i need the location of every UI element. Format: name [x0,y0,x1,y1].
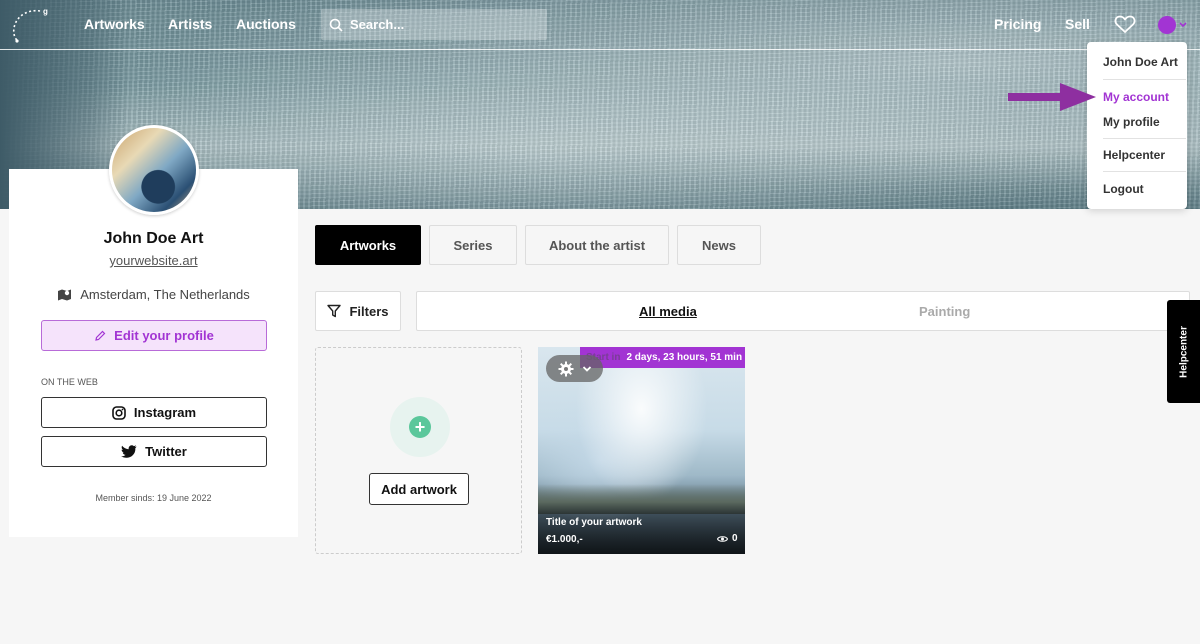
artwork-views-count: 0 [732,533,738,544]
dropdown-logout[interactable]: Logout [1103,182,1144,196]
heart-icon[interactable] [1114,14,1136,34]
tab-news[interactable]: News [677,225,761,265]
search-input[interactable] [350,17,530,32]
profile-website-link[interactable]: yourwebsite.art [9,253,298,268]
filters-label: Filters [349,303,389,319]
tab-artworks[interactable]: Artworks [315,225,421,265]
divider [1103,79,1186,80]
divider [1103,138,1186,139]
member-since: Member sinds: 19 June 2022 [95,493,212,503]
gear-icon [558,361,573,376]
nav-artists[interactable]: Artists [168,16,212,32]
twitter-button[interactable]: Twitter [41,436,267,467]
divider [1103,171,1186,172]
svg-text:g: g [43,7,48,16]
artwork-card[interactable]: Start in 2 days, 23 hours, 51 min Title … [538,347,745,554]
nav-auctions[interactable]: Auctions [236,16,296,32]
account-menu-button[interactable] [1158,15,1188,35]
artwork-title[interactable]: Title of your artwork [546,517,642,528]
search-bar[interactable] [321,9,547,40]
search-icon [329,18,343,32]
auction-countdown: 2 days, 23 hours, 51 min [626,352,743,363]
edit-profile-label: Edit your profile [114,328,214,343]
profile-avatar[interactable] [109,125,199,215]
eye-icon [717,535,728,542]
auction-countdown-badge: Start in 2 days, 23 hours, 51 min [580,347,745,368]
tab-series[interactable]: Series [429,225,517,265]
plus-icon: + [409,416,431,438]
chevron-down-icon [582,365,591,372]
nav-artworks[interactable]: Artworks [84,16,145,32]
twitter-icon [121,445,137,458]
tab-about-the-artist[interactable]: About the artist [525,225,669,265]
nav-pricing[interactable]: Pricing [994,16,1041,32]
profile-location: Amsterdam, The Netherlands [9,287,298,302]
user-icon [1158,16,1176,34]
map-icon [58,289,72,301]
add-artwork-circle[interactable]: + [390,397,450,457]
media-filter-bar: All media Painting [416,291,1190,331]
add-artwork-card[interactable]: + Add artwork [315,347,522,554]
artwork-views: 0 [717,533,738,544]
artwork-price: €1.000,- [546,534,583,545]
profile-location-text: Amsterdam, The Netherlands [80,287,250,302]
instagram-label: Instagram [133,405,197,420]
logo-icon[interactable]: g [10,6,50,44]
dropdown-my-account[interactable]: My account [1103,90,1169,104]
media-painting[interactable]: Painting [919,304,970,319]
media-all[interactable]: All media [639,304,697,319]
filter-icon [327,304,342,318]
top-navigation: g Artworks Artists Auctions Pricing Sell [0,0,1200,50]
dropdown-helpcenter[interactable]: Helpcenter [1103,148,1165,162]
chevron-down-icon [1179,22,1187,28]
instagram-icon [112,405,126,420]
on-the-web-heading: ON THE WEB [41,377,98,387]
edit-profile-button[interactable]: Edit your profile [41,320,267,351]
add-artwork-button[interactable]: Add artwork [369,473,469,505]
annotation-arrow-icon [1008,83,1096,111]
pencil-icon [95,330,106,341]
instagram-button[interactable]: Instagram [41,397,267,428]
profile-name: John Doe Art [103,230,204,247]
nav-sell[interactable]: Sell [1065,16,1090,32]
profile-card: John Doe Art yourwebsite.art Amsterdam, … [9,169,298,537]
artwork-settings-button[interactable] [546,355,603,382]
twitter-label: Twitter [145,444,187,459]
dropdown-user-name: John Doe Art [1103,55,1178,69]
filters-button[interactable]: Filters [315,291,401,331]
helpcenter-side-label: Helpcenter [1178,325,1189,378]
dropdown-my-profile[interactable]: My profile [1103,115,1160,129]
helpcenter-side-tab[interactable]: Helpcenter [1167,300,1200,403]
account-dropdown: John Doe Art My account My profile Helpc… [1087,42,1187,209]
